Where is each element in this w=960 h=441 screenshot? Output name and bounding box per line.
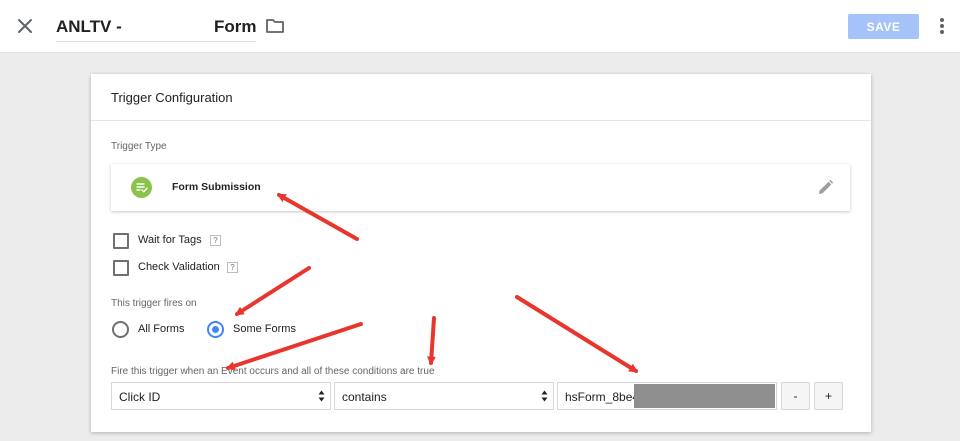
some-forms-label: Some Forms [233, 323, 296, 335]
folder-icon[interactable] [265, 17, 285, 35]
help-icon[interactable]: ? [210, 235, 221, 246]
all-forms-radio[interactable] [112, 321, 129, 338]
card-title: Trigger Configuration [111, 90, 233, 105]
help-icon[interactable]: ? [227, 262, 238, 273]
some-forms-radio[interactable] [207, 321, 224, 338]
fires-on-label: This trigger fires on [111, 298, 197, 309]
form-submission-icon [131, 177, 152, 198]
operator-select[interactable]: contains [334, 382, 554, 410]
all-forms-label: All Forms [138, 323, 185, 335]
card-header: Trigger Configuration [91, 74, 871, 121]
trigger-name-part-1: ANLTV - [56, 17, 122, 36]
redaction-block [634, 384, 775, 408]
condition-label: Fire this trigger when an Event occurs a… [111, 366, 435, 377]
trigger-name-input[interactable]: ANLTV - Form [56, 14, 257, 42]
check-validation-checkbox[interactable] [113, 260, 129, 276]
variable-select[interactable]: Click ID [111, 382, 331, 410]
check-validation-label: Check Validation [138, 261, 220, 273]
trigger-configuration-card: Trigger Configuration Trigger Type Form … [91, 74, 871, 432]
wait-for-tags-label: Wait for Tags [138, 234, 202, 246]
trigger-type-value: Form Submission [172, 181, 261, 193]
more-vert-icon[interactable] [934, 16, 950, 36]
wait-for-tags-checkbox[interactable] [113, 233, 129, 249]
condition-value-text: hsForm_8be4 [565, 390, 640, 404]
top-bar: ANLTV - Form SAVE [0, 0, 960, 53]
variable-select-value: Click ID [119, 390, 161, 404]
trigger-type-selector[interactable]: Form Submission [111, 164, 850, 211]
operator-select-value: contains [342, 390, 387, 404]
select-arrows-icon [318, 390, 325, 402]
save-button[interactable]: SAVE [848, 14, 919, 39]
remove-condition-button[interactable]: - [781, 382, 810, 410]
select-arrows-icon [541, 390, 548, 402]
close-icon[interactable] [14, 15, 36, 37]
trigger-name-part-2: Form [214, 17, 257, 36]
trigger-type-label: Trigger Type [111, 141, 167, 152]
condition-value-input[interactable]: hsForm_8be4 [557, 382, 777, 410]
add-condition-button[interactable]: + [814, 382, 843, 410]
pencil-icon[interactable] [817, 179, 834, 196]
